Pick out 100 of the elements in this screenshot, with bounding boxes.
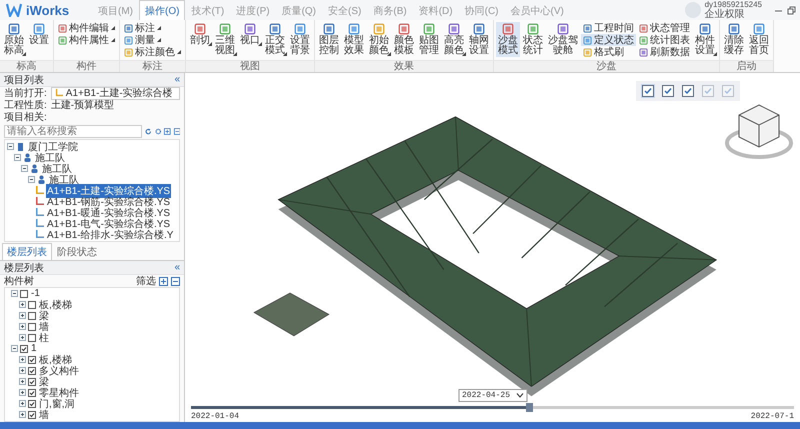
component-item[interactable]: 零星构件 — [38, 386, 80, 400]
ribbon-button[interactable]: 模型效果 — [342, 22, 366, 57]
expand-toggle-icon[interactable] — [19, 301, 26, 308]
ribbon-button[interactable]: 统计图表 — [637, 34, 692, 46]
checkbox[interactable] — [28, 356, 36, 364]
settings-icon[interactable] — [154, 126, 161, 136]
expand-toggle-icon[interactable] — [19, 411, 26, 418]
collapse-all-icon[interactable] — [171, 276, 180, 286]
checkbox[interactable] — [28, 312, 36, 320]
checkbox[interactable] — [20, 344, 28, 352]
floor-item[interactable]: 1 — [30, 343, 38, 354]
ribbon-button[interactable]: 设置 — [27, 22, 51, 47]
collapse-toggle-icon[interactable] — [28, 176, 35, 183]
ribbon-button[interactable]: 初始颜色 — [367, 22, 391, 57]
refresh-icon[interactable] — [145, 126, 152, 136]
tree-item[interactable]: 施工队 — [34, 150, 66, 164]
checkbox[interactable] — [28, 388, 36, 396]
collapse-toggle-icon[interactable] — [21, 165, 28, 172]
checkbox[interactable] — [28, 410, 36, 418]
collapse-button[interactable]: « — [174, 74, 180, 85]
ribbon-button[interactable]: 设置背景 — [288, 22, 312, 57]
timeline-thumb[interactable] — [526, 403, 533, 412]
tree-item[interactable]: 施工队 — [48, 172, 80, 186]
tree-item[interactable]: A1+B1-给排水-实验综合楼.Y — [46, 228, 174, 242]
ribbon-button[interactable]: 工程时间 — [581, 22, 636, 34]
ribbon-button[interactable]: 视口 — [238, 22, 262, 47]
ribbon-button[interactable]: 沙盘驾驶舱 — [546, 22, 580, 57]
checklist-icon[interactable] — [661, 84, 675, 98]
ribbon-button[interactable]: 原始标高 — [2, 22, 26, 57]
collapse-button[interactable]: « — [174, 262, 180, 273]
checkbox[interactable] — [28, 378, 36, 386]
checkbox[interactable] — [28, 334, 36, 342]
checkbox[interactable] — [28, 322, 36, 330]
ribbon-button[interactable]: 刷新数据 — [637, 46, 692, 58]
search-field[interactable]: 请输入名称搜索 — [4, 124, 142, 138]
expand-toggle-icon[interactable] — [19, 312, 26, 319]
timeline-slider[interactable] — [191, 406, 794, 409]
expand-toggle-icon[interactable] — [19, 378, 26, 385]
checkbox[interactable] — [28, 366, 36, 374]
tree-item[interactable]: 厦门工学院 — [27, 140, 79, 154]
collapse-all-icon[interactable] — [174, 126, 180, 136]
expand-toggle-icon[interactable] — [19, 389, 26, 396]
panel-tab[interactable]: 阶段状态 — [52, 243, 102, 260]
ribbon-button[interactable]: 构件设置 — [693, 22, 717, 57]
expand-toggle-icon[interactable] — [19, 356, 26, 363]
expand-all-icon[interactable] — [159, 276, 168, 286]
ribbon-button[interactable]: 沙盘模式 — [496, 22, 520, 57]
tree-item[interactable]: A1+B1-暖通-实验综合楼.YS — [46, 206, 172, 220]
ribbon-button[interactable]: 构件属性 — [56, 34, 117, 46]
component-item[interactable]: 板,楼梯 — [38, 298, 73, 312]
ribbon-button[interactable]: 轴网设置 — [467, 22, 491, 57]
ribbon-button[interactable]: 贴图管理 — [417, 22, 441, 57]
tree-item[interactable]: 施工队 — [41, 162, 73, 176]
component-item[interactable]: 柱 — [38, 330, 50, 344]
project-dropdown[interactable]: A1+B1-土建-实验综合楼 — [50, 86, 180, 100]
checkbox[interactable] — [20, 290, 28, 298]
ribbon-button[interactable]: 剖切 — [188, 22, 212, 47]
checklist-icon[interactable] — [681, 84, 695, 98]
component-item[interactable]: 梁 — [38, 308, 50, 322]
ribbon-button[interactable]: 正交模式 — [263, 22, 287, 57]
collapse-toggle-icon[interactable] — [14, 154, 21, 161]
expand-all-icon[interactable] — [164, 126, 170, 136]
ribbon-button[interactable]: 颜色模板 — [392, 22, 416, 57]
expand-toggle-icon[interactable] — [19, 400, 26, 407]
ribbon-button[interactable]: 定义状态 — [581, 34, 636, 46]
tree-item[interactable]: A1+B1-电气-实验综合楼.YS — [46, 216, 172, 230]
filter-button[interactable]: 筛选 — [136, 274, 156, 288]
ribbon-button[interactable]: 状态统计 — [521, 22, 545, 57]
component-item[interactable]: 门,窗,洞 — [38, 396, 76, 410]
ribbon-button[interactable]: 测量 — [122, 34, 183, 46]
component-item[interactable]: 墙 — [38, 320, 50, 334]
ribbon-button[interactable]: 三维视图 — [213, 22, 237, 57]
ribbon-button[interactable]: 状态管理 — [637, 22, 692, 34]
tree-item[interactable]: A1+B1-土建-实验综合楼.YS — [46, 184, 172, 198]
ribbon-button[interactable]: 构件编辑 — [56, 22, 117, 34]
component-item[interactable]: 多义构件 — [38, 364, 80, 378]
collapse-toggle-icon[interactable] — [11, 290, 18, 297]
component-item[interactable]: 墙 — [38, 408, 50, 422]
checkbox[interactable] — [28, 400, 36, 408]
ribbon-button[interactable]: 格式刷 — [581, 46, 636, 58]
checkbox[interactable] — [28, 300, 36, 308]
component-item[interactable]: 梁 — [38, 374, 50, 388]
ribbon-button[interactable]: 标注颜色 — [122, 46, 183, 58]
expand-toggle-icon[interactable] — [19, 334, 26, 341]
ribbon-button[interactable]: 清除缓存 — [722, 22, 746, 57]
menu-tab[interactable]: 操作(O) — [139, 0, 186, 20]
collapse-toggle-icon[interactable] — [7, 143, 14, 150]
restore-icon[interactable] — [787, 6, 796, 14]
collapse-toggle-icon[interactable] — [11, 345, 18, 352]
tree-item[interactable]: A1+B1-钢筋-实验综合楼.YS — [46, 194, 172, 208]
checklist-icon[interactable] — [641, 84, 655, 98]
floor-item[interactable]: -1 — [30, 288, 41, 299]
ribbon-button[interactable]: 高亮颜色 — [442, 22, 466, 57]
component-item[interactable]: 板,楼梯 — [38, 352, 73, 366]
ribbon-button[interactable]: 标注 — [122, 22, 183, 34]
ribbon-button[interactable]: 图层控制 — [317, 22, 341, 57]
panel-tab[interactable]: 楼层列表 — [2, 243, 52, 260]
expand-toggle-icon[interactable] — [19, 367, 26, 374]
expand-toggle-icon[interactable] — [19, 323, 26, 330]
date-dropdown[interactable]: 2022-04-25 — [458, 389, 527, 402]
